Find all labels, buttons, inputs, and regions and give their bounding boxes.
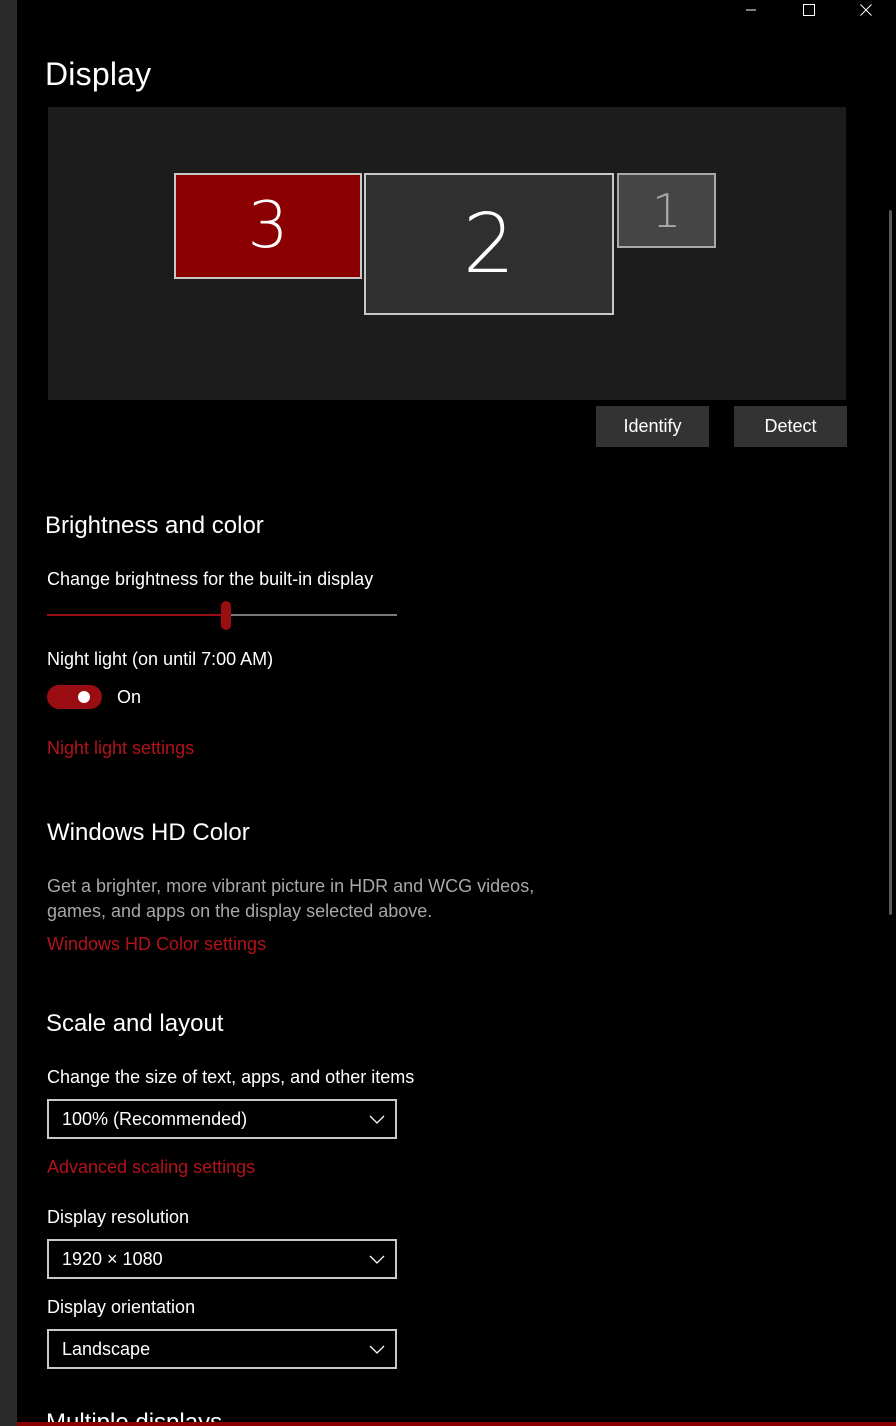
detect-button[interactable]: Detect	[734, 406, 847, 447]
hd-color-settings-link[interactable]: Windows HD Color settings	[47, 934, 266, 955]
window-bottom-border	[17, 1422, 896, 1426]
toggle-knob	[78, 691, 90, 703]
chevron-down-icon	[369, 1255, 385, 1264]
hd-color-section-title: Windows HD Color	[47, 819, 250, 846]
multiple-displays-section-title: Multiple displays	[46, 1408, 222, 1422]
brightness-slider[interactable]	[47, 598, 397, 632]
brightness-section-title: Brightness and color	[45, 512, 264, 539]
hd-color-description-line2: games, and apps on the display selected …	[47, 901, 433, 921]
display-arrangement-area[interactable]: 3 2 1	[48, 107, 846, 400]
monitor-1[interactable]: 1	[617, 173, 716, 248]
page-title: Display	[45, 56, 152, 92]
night-light-toggle[interactable]	[47, 685, 102, 709]
close-button[interactable]	[843, 0, 889, 20]
slider-fill	[47, 614, 226, 616]
hd-color-description-line1: Get a brighter, more vibrant picture in …	[47, 876, 535, 896]
scale-layout-section-title: Scale and layout	[46, 1010, 224, 1037]
orientation-dropdown[interactable]: Landscape	[47, 1329, 397, 1369]
maximize-button[interactable]	[786, 0, 832, 20]
advanced-scaling-link[interactable]: Advanced scaling settings	[47, 1157, 255, 1178]
resolution-dropdown-value: 1920 × 1080	[62, 1248, 163, 1269]
scale-label: Change the size of text, apps, and other…	[47, 1067, 415, 1087]
maximize-icon	[803, 4, 815, 16]
vertical-scrollbar[interactable]	[889, 210, 892, 915]
scale-dropdown[interactable]: 100% (Recommended)	[47, 1099, 397, 1139]
scale-dropdown-value: 100% (Recommended)	[62, 1108, 248, 1129]
monitor-2[interactable]: 2	[364, 173, 614, 315]
night-light-label: Night light (on until 7:00 AM)	[47, 649, 274, 669]
resolution-dropdown[interactable]: 1920 × 1080	[47, 1239, 397, 1279]
chevron-down-icon	[369, 1345, 385, 1354]
orientation-dropdown-value: Landscape	[62, 1338, 151, 1359]
brightness-slider-label: Change brightness for the built-in displ…	[47, 569, 374, 589]
chevron-down-icon	[369, 1115, 385, 1124]
identify-button[interactable]: Identify	[596, 406, 709, 447]
night-light-state: On	[117, 687, 142, 707]
resolution-label: Display resolution	[47, 1207, 190, 1227]
orientation-label: Display orientation	[47, 1297, 196, 1317]
close-icon	[860, 4, 872, 16]
minimize-button[interactable]	[728, 0, 774, 20]
monitor-3[interactable]: 3	[174, 173, 362, 279]
slider-thumb[interactable]	[220, 601, 231, 630]
night-light-settings-link[interactable]: Night light settings	[47, 738, 194, 759]
window-left-edge	[0, 0, 17, 1426]
minimize-icon	[746, 9, 756, 11]
